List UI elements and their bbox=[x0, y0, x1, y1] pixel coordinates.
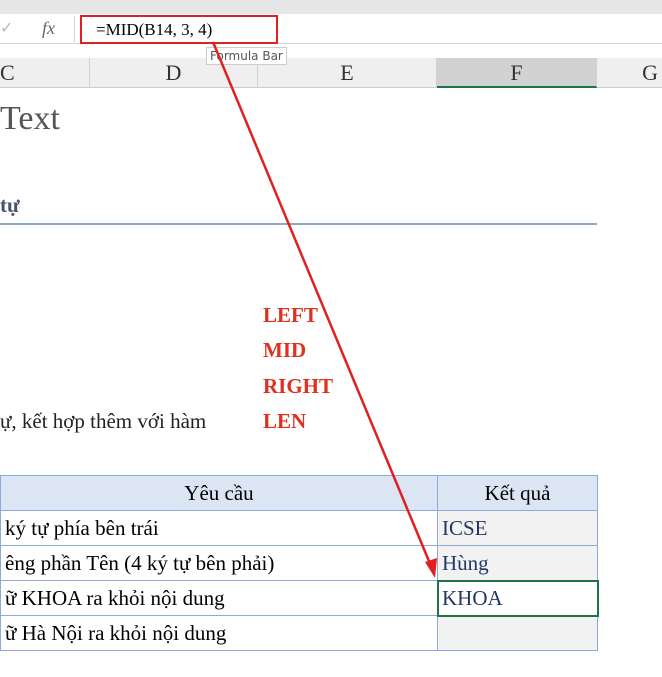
annotation-arrow bbox=[211, 41, 437, 578]
arrow-line bbox=[211, 41, 433, 567]
arrow-head bbox=[425, 558, 437, 578]
